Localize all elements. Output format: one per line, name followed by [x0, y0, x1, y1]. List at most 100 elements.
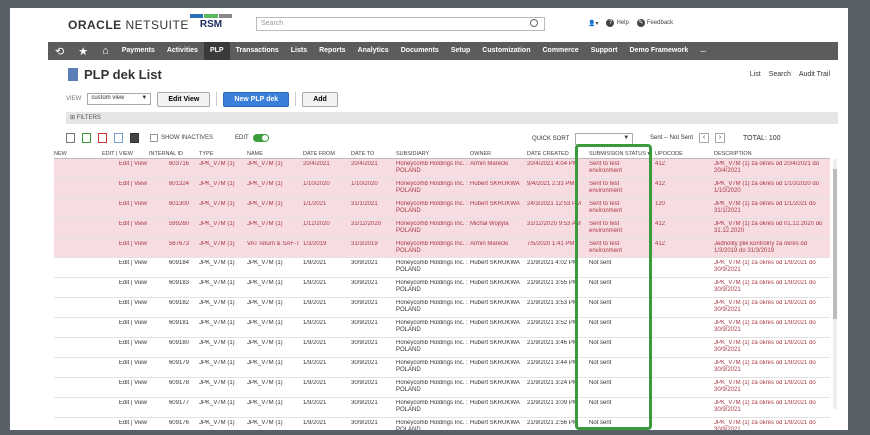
nav-item-analytics[interactable]: Analytics — [352, 42, 395, 60]
submission-status-highlight — [575, 144, 652, 430]
cell-edit-view[interactable]: Edit | View — [102, 201, 147, 208]
cell-edit-view[interactable]: Edit | View — [102, 181, 147, 188]
table-row[interactable]: Edit | View 601300 JPK_V7M (1) JPK_V7M (1) 1… — [54, 198, 830, 219]
cell-internal-id: 609181 — [168, 320, 189, 327]
home-icon[interactable]: ⌂ — [102, 45, 109, 57]
table-row[interactable]: Edit | View 609177 JPK_V7M (1) JPK_V7M (1) 1… — [54, 398, 830, 418]
cell-name: JPK_V7M (1) — [247, 200, 283, 207]
recent-icon[interactable]: ⟲ — [55, 45, 64, 58]
cell-edit-view[interactable]: Edit | View — [102, 400, 147, 407]
sort-range-select[interactable]: Sent -- Not Sent — [650, 135, 693, 141]
filters-toggle[interactable]: ⊞ FILTERS — [66, 112, 838, 124]
column-header-internal-id[interactable]: INTERNAL ID — [149, 149, 189, 159]
help-label: Help — [616, 20, 629, 26]
audit-trail-link[interactable]: Audit Trail — [799, 71, 830, 78]
feedback-link[interactable]: ✎ Feedback — [636, 19, 673, 27]
table-row[interactable]: Edit | View 603716 JPK_V7M (1) JPK_V7M (1) 2… — [54, 159, 830, 179]
nav-item-activities[interactable]: Activities — [161, 42, 204, 60]
nav-item-transactions[interactable]: Transactions — [230, 42, 285, 60]
cell-type: JPK_V7M (1) — [199, 260, 235, 267]
column-header-date-to[interactable]: DATE TO — [351, 149, 393, 159]
add-button[interactable]: Add — [302, 91, 338, 107]
nav-item-commerce[interactable]: Commerce — [537, 42, 585, 60]
cell-edit-view[interactable]: Edit | View — [102, 320, 147, 327]
cell-edit-view[interactable]: Edit | View — [102, 260, 147, 267]
table-row[interactable]: Edit | View 609181 JPK_V7M (1) JPK_V7M (1) 1… — [54, 318, 830, 339]
table-row[interactable]: Edit | View 609184 JPK_V7M (1) JPK_V7M (1) 1… — [54, 258, 830, 279]
column-header-name[interactable]: NAME — [247, 149, 301, 159]
column-header-subsidiary[interactable]: SUBSIDIARY — [396, 149, 468, 159]
cell-edit-view[interactable]: Edit | View — [102, 280, 147, 287]
show-inactives-checkbox[interactable] — [150, 134, 158, 142]
cell-edit-view[interactable]: Edit | View — [102, 161, 147, 168]
column-header-owner[interactable]: OWNER — [470, 149, 525, 159]
view-controls: VIEW custom view Edit View New PLP dek A… — [66, 90, 338, 108]
global-search-input[interactable]: Search — [256, 17, 545, 31]
table-row[interactable]: Edit | View 609182 JPK_V7M (1) JPK_V7M (1) 1… — [54, 298, 830, 319]
cell-edit-view[interactable]: Edit | View — [102, 360, 147, 367]
table-row[interactable]: Edit | View 599260 JPK_V7M (1) JPK_V7M (1) 1… — [54, 218, 830, 239]
cell-upocode: 412 — [655, 161, 666, 167]
table-row[interactable]: Edit | View 587673 JPK_V7M (1) VAT return &… — [54, 238, 830, 259]
cell-owner: Hubert SKRUKWA — [470, 359, 520, 366]
cell-name: JPK_V7M (1) — [247, 359, 283, 366]
export-excel-icon[interactable] — [114, 133, 123, 143]
scrollbar[interactable] — [833, 159, 837, 409]
oracle-netsuite-logo[interactable]: ORACLE NETSUITE — [68, 18, 189, 32]
nav-item-plp[interactable]: PLP — [203, 42, 230, 60]
cell-subsidiary: Honeycomb Holdings Inc. : POLAND — [396, 240, 468, 254]
cell-owner: Hubert SKRUKWA — [470, 399, 520, 406]
table-row[interactable]: Edit | View 601324 JPK_V7M (1) JPK_V7M (1) 1… — [54, 178, 830, 199]
column-header-date-from[interactable]: DATE FROM — [303, 149, 349, 159]
print-icon[interactable] — [130, 133, 139, 143]
show-inactives-label: SHOW INACTIVES — [161, 135, 214, 141]
cell-edit-view[interactable]: Edit | View — [102, 340, 147, 347]
nav-item-payments[interactable]: Payments — [116, 42, 161, 60]
nav-item--[interactable]: ... — [694, 42, 712, 60]
new-window-icon[interactable] — [66, 133, 75, 143]
column-header-new[interactable]: NEW — [54, 149, 98, 159]
nav-item-customization[interactable]: Customization — [476, 42, 536, 60]
top-header: ORACLE NETSUITE RSM Search 👤▾ ? Help ✎ Fee… — [10, 8, 848, 38]
nav-item-demo-framework[interactable]: Demo Framework — [624, 42, 695, 60]
cell-edit-view[interactable]: Edit | View — [102, 241, 147, 248]
edit-switch[interactable] — [252, 134, 269, 142]
cell-subsidiary: Honeycomb Holdings Inc. : POLAND — [396, 340, 468, 354]
view-select[interactable]: custom view — [87, 93, 152, 105]
help-link[interactable]: ? Help — [606, 19, 629, 27]
table-row[interactable]: Edit | View 609176 JPK_V7M (1) JPK_V7M (1) 1… — [54, 418, 830, 430]
next-page-button[interactable]: › — [715, 133, 726, 143]
column-header-upocode[interactable]: UPOCODE — [655, 149, 710, 159]
table-row[interactable]: Edit | View 609180 JPK_V7M (1) JPK_V7M (1) 1… — [54, 338, 830, 358]
export-csv-icon[interactable] — [82, 133, 91, 143]
list-link[interactable]: List — [750, 71, 761, 78]
column-header-edit-view[interactable]: EDIT | VIEW — [102, 149, 147, 159]
nav-item-reports[interactable]: Reports — [313, 42, 351, 60]
cell-description: JPK_V7M (1) za okres od 1/1/2021 do 31/1… — [714, 200, 816, 214]
cell-edit-view[interactable]: Edit | View — [102, 380, 147, 387]
search-icon[interactable] — [530, 19, 538, 27]
new-plp-dek-button[interactable]: New PLP dek — [223, 91, 290, 107]
export-pdf-icon[interactable] — [98, 133, 107, 143]
search-link[interactable]: Search — [769, 71, 791, 78]
table-row[interactable]: Edit | View 609179 JPK_V7M (1) JPK_V7M (1) 1… — [54, 358, 830, 378]
nav-item-documents[interactable]: Documents — [395, 42, 445, 60]
star-icon[interactable]: ★ — [78, 45, 88, 58]
show-inactives-toggle[interactable]: SHOW INACTIVES — [150, 134, 213, 142]
edit-view-button[interactable]: Edit View — [157, 91, 211, 107]
cell-edit-view[interactable]: Edit | View — [102, 300, 147, 307]
nav-item-setup[interactable]: Setup — [445, 42, 476, 60]
cell-edit-view[interactable]: Edit | View — [102, 221, 147, 228]
edit-toggle[interactable]: EDIT — [235, 134, 269, 142]
cell-edit-view[interactable]: Edit | View — [102, 420, 147, 427]
nav-item-support[interactable]: Support — [585, 42, 624, 60]
scrollbar-thumb[interactable] — [833, 169, 837, 319]
user-menu-icon[interactable]: 👤▾ — [588, 20, 598, 27]
table-row[interactable]: Edit | View 609183 JPK_V7M (1) JPK_V7M (1) 1… — [54, 278, 830, 299]
prev-page-button[interactable]: ‹ — [699, 133, 710, 143]
column-header-type[interactable]: TYPE — [199, 149, 245, 159]
cell-subsidiary: Honeycomb Holdings Inc. : POLAND — [396, 200, 468, 214]
table-row[interactable]: Edit | View 609178 JPK_V7M (1) JPK_V7M (1) 1… — [54, 378, 830, 398]
column-header-description[interactable]: DESCRIPTION — [714, 149, 830, 159]
nav-item-lists[interactable]: Lists — [285, 42, 313, 60]
